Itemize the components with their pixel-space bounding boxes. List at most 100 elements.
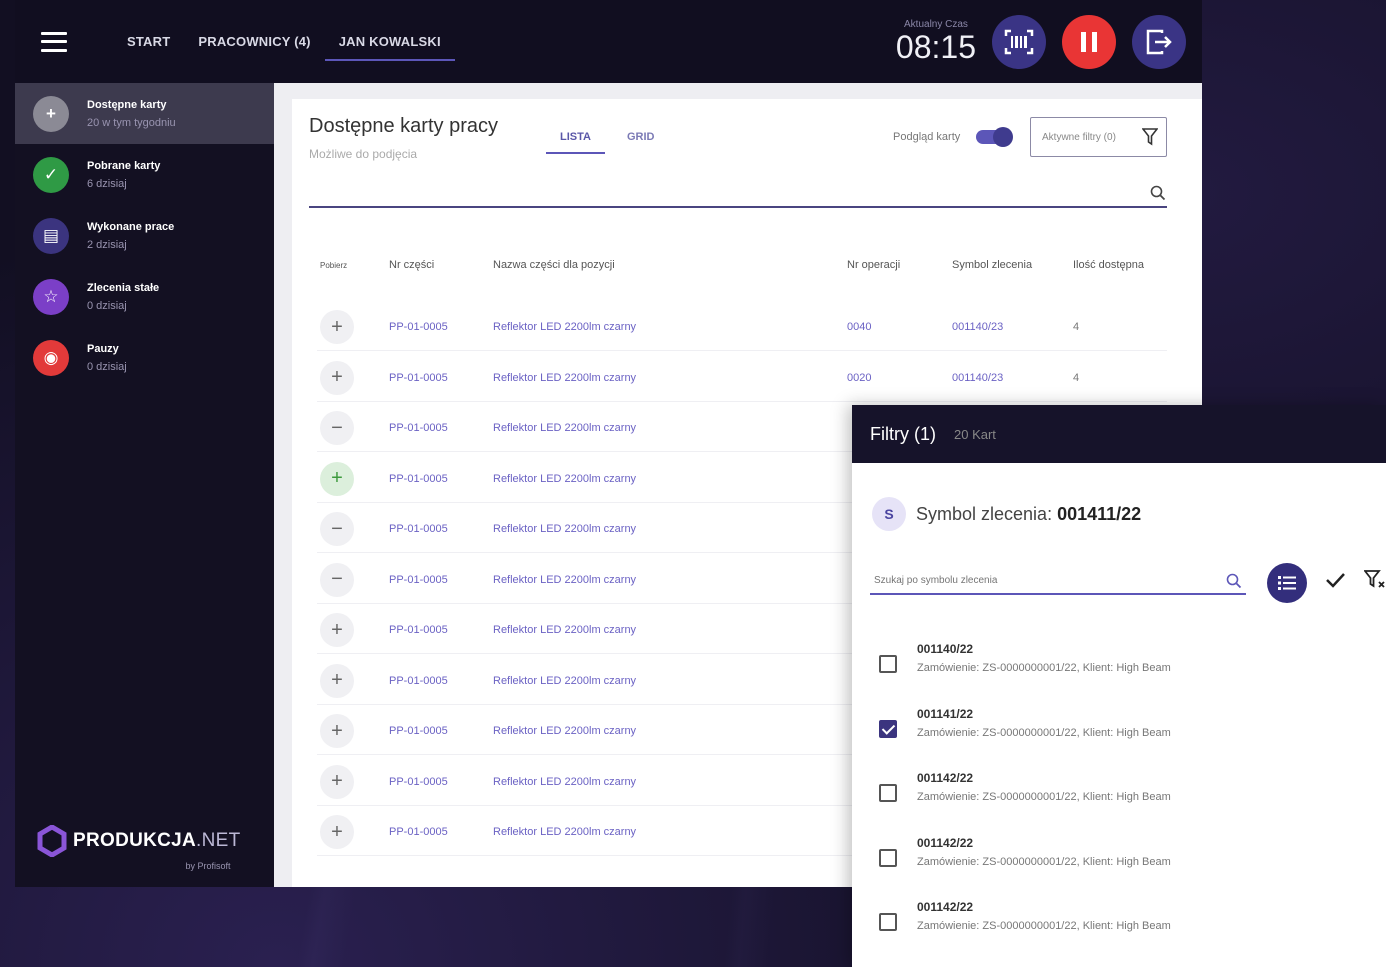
sidebar-item-label: Pauzy xyxy=(87,342,119,355)
search-icon[interactable] xyxy=(1150,185,1166,201)
available-qty: 4 xyxy=(1073,371,1080,384)
nav-workers[interactable]: PRACOWNICY (4) xyxy=(184,0,324,83)
order-symbol-checkbox[interactable] xyxy=(879,719,897,738)
symbol-search xyxy=(870,567,1246,595)
part-name-link[interactable]: Reflektor LED 2200lm czarny xyxy=(493,624,636,636)
check-icon: ✓ xyxy=(33,156,69,193)
pause-icon xyxy=(1081,31,1097,52)
sidebar-item-sub: 0 dzisiaj xyxy=(87,299,127,312)
list-view-button[interactable] xyxy=(1267,563,1307,603)
add-card-button[interactable]: + xyxy=(320,663,354,698)
part-name-link[interactable]: Reflektor LED 2200lm czarny xyxy=(493,675,636,687)
symbol-search-input[interactable] xyxy=(870,567,1210,593)
order-symbol-title: 001142/22 xyxy=(917,771,974,785)
pause-circle-icon: ◉ xyxy=(33,339,69,376)
add-card-button[interactable]: + xyxy=(320,764,354,799)
col-header-part-no: Nr części xyxy=(389,259,435,271)
part-number-link[interactable]: PP-01-0005 xyxy=(389,725,448,737)
part-number-link[interactable]: PP-01-0005 xyxy=(389,776,448,788)
hexagon-logo-icon xyxy=(37,825,67,857)
part-number-link[interactable]: PP-01-0005 xyxy=(389,372,448,384)
part-name-link[interactable]: Reflektor LED 2200lm czarny xyxy=(493,725,636,737)
nav-start[interactable]: START xyxy=(113,0,184,83)
part-name-link[interactable]: Reflektor LED 2200lm czarny xyxy=(493,776,636,788)
apply-check-icon[interactable] xyxy=(1324,570,1346,590)
col-header-part-name: Nazwa części dla pozycji xyxy=(493,259,615,271)
search-icon[interactable] xyxy=(1226,573,1242,589)
order-symbol-checkbox[interactable] xyxy=(879,655,897,673)
clock-time: 08:15 xyxy=(895,29,976,65)
logo-main: PRODUKCJA xyxy=(73,830,197,851)
logo-text: PRODUKCJA.NET xyxy=(73,830,241,852)
list-icon xyxy=(1278,576,1296,590)
order-symbol-item[interactable]: 001142/22 Zamówienie: ZS-0000000001/22, K… xyxy=(878,771,1378,827)
sidebar-item-taken-cards[interactable]: ✓ Pobrane karty 6 dzisiaj xyxy=(15,144,274,205)
active-filters-label: Aktywne filtry (0) xyxy=(1042,131,1116,143)
barcode-icon xyxy=(1004,29,1034,54)
part-name-link[interactable]: Reflektor LED 2200lm czarny xyxy=(493,372,636,384)
part-name-link[interactable]: Reflektor LED 2200lm czarny xyxy=(493,321,636,333)
part-name-link[interactable]: Reflektor LED 2200lm czarny xyxy=(493,473,636,485)
part-number-link[interactable]: PP-01-0005 xyxy=(389,574,448,586)
sidebar-item-pauses[interactable]: ◉ Pauzy 0 dzisiaj xyxy=(15,327,274,388)
active-filters-button[interactable]: Aktywne filtry (0) xyxy=(1030,117,1167,157)
pause-button[interactable] xyxy=(1062,14,1116,69)
order-symbol-details: Zamówienie: ZS-0000000001/22, Klient: Hi… xyxy=(917,662,1171,674)
part-number-link[interactable]: PP-01-0005 xyxy=(389,473,448,485)
tab-list[interactable]: LISTA xyxy=(546,131,605,154)
order-symbol-details: Zamówienie: ZS-0000000001/22, Klient: Hi… xyxy=(917,855,1171,868)
part-number-link[interactable]: PP-01-0005 xyxy=(389,523,448,535)
order-symbol-item[interactable]: 001142/22 Zamówienie: ZS-0000000001/22, K… xyxy=(878,900,1378,956)
operation-number: 0040 xyxy=(847,321,872,333)
menu-icon[interactable] xyxy=(41,31,67,52)
col-header-qty: Ilość dostępna xyxy=(1073,259,1144,271)
sidebar-item-available-cards[interactable]: + Dostępne karty 20 w tym tygodniu xyxy=(15,83,274,144)
logo-suffix: .NET xyxy=(196,830,241,851)
add-card-button[interactable]: + xyxy=(320,461,354,496)
order-symbol-checkbox[interactable] xyxy=(879,913,897,931)
sidebar-item-standing-orders[interactable]: ☆ Zlecenia stałe 0 dzisiaj xyxy=(15,266,274,327)
nav-current-user[interactable]: JAN KOWALSKI xyxy=(324,0,455,83)
tab-grid[interactable]: GRID xyxy=(627,131,655,143)
star-icon: ☆ xyxy=(33,278,69,315)
order-symbol-title: 001141/22 xyxy=(917,706,974,721)
add-card-button[interactable]: + xyxy=(320,714,354,748)
table-row: + PP-01-0005 Reflektor LED 2200lm czarny 00… xyxy=(317,352,1167,402)
part-name-link[interactable]: Reflektor LED 2200lm czarny xyxy=(493,422,636,434)
add-card-button[interactable]: + xyxy=(320,310,354,344)
part-name-link[interactable]: Reflektor LED 2200lm czarny xyxy=(493,574,636,586)
part-number-link[interactable]: PP-01-0005 xyxy=(389,826,448,838)
part-name-link[interactable]: Reflektor LED 2200lm czarny xyxy=(493,826,636,838)
remove-card-button[interactable]: − xyxy=(320,411,354,445)
add-card-button[interactable]: + xyxy=(320,360,354,395)
part-number-link[interactable]: PP-01-0005 xyxy=(389,675,448,687)
logout-button[interactable] xyxy=(1132,14,1186,69)
order-symbol-checkbox[interactable] xyxy=(879,848,897,867)
sidebar-item-label: Wykonane prace xyxy=(87,220,175,233)
part-number-link[interactable]: PP-01-0005 xyxy=(389,422,448,434)
order-symbol-item[interactable]: 001140/22 Zamówienie: ZS-0000000001/22, K… xyxy=(878,642,1378,698)
remove-card-button[interactable]: − xyxy=(320,512,354,546)
available-qty: 4 xyxy=(1073,321,1080,333)
order-symbol-item[interactable]: 001142/22 Zamówienie: ZS-0000000001/22, K… xyxy=(878,836,1378,892)
order-symbol-checkbox[interactable] xyxy=(879,784,897,802)
card-preview-toggle[interactable] xyxy=(976,127,1013,147)
add-card-button[interactable]: + xyxy=(320,815,354,849)
order-symbol-details: Zamówienie: ZS-0000000001/22, Klient: Hi… xyxy=(917,920,1171,932)
part-number-link[interactable]: PP-01-0005 xyxy=(389,321,448,333)
sidebar-item-sub: 2 dzisiaj xyxy=(87,238,127,251)
page-title: Dostępne karty pracy xyxy=(309,115,498,137)
symbol-value: 001411/22 xyxy=(1057,503,1142,524)
search-input[interactable] xyxy=(309,206,1167,208)
sidebar-item-completed-work[interactable]: ▤ Wykonane prace 2 dzisiaj xyxy=(15,205,274,266)
sidebar: + Dostępne karty 20 w tym tygodniu ✓ Pob… xyxy=(15,83,274,887)
clear-filter-icon[interactable] xyxy=(1364,569,1386,591)
part-name-link[interactable]: Reflektor LED 2200lm czarny xyxy=(493,523,636,535)
part-number-link[interactable]: PP-01-0005 xyxy=(389,624,448,636)
barcode-scan-button[interactable] xyxy=(992,14,1046,69)
order-symbol-details: Zamówienie: ZS-0000000001/22, Klient: Hi… xyxy=(917,791,1171,803)
order-symbol-item[interactable]: 001141/22 Zamówienie: ZS-0000000001/22, K… xyxy=(878,707,1378,763)
remove-card-button[interactable]: − xyxy=(320,562,354,597)
add-card-button[interactable]: + xyxy=(320,613,354,647)
plus-icon: + xyxy=(33,95,69,132)
